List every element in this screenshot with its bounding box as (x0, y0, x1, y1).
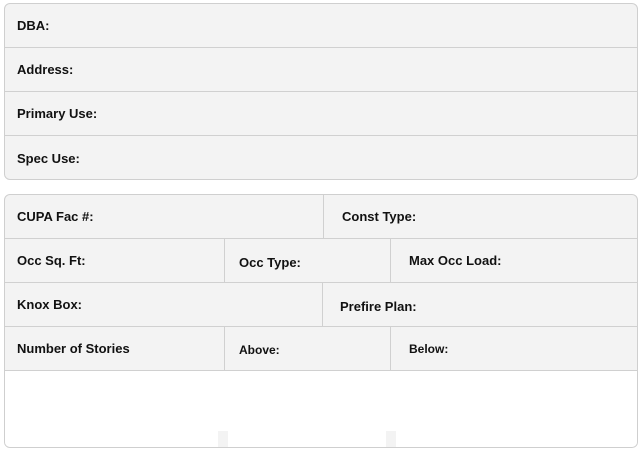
number-of-stories-field[interactable]: Number of Stories (5, 327, 224, 370)
knox-box-field[interactable]: Knox Box: (5, 283, 322, 326)
occ-type-field[interactable]: Occ Type: (224, 239, 390, 282)
spec-use-label: Spec Use: (17, 151, 80, 166)
knox-box-label: Knox Box: (17, 297, 82, 312)
address-row: Address: (5, 48, 637, 92)
property-info-card: DBA: Address: Primary Use: Spec Use: (4, 3, 638, 180)
number-of-stories-label: Number of Stories (17, 341, 130, 356)
occ-sq-ft-field[interactable]: Occ Sq. Ft: (5, 239, 224, 282)
dba-row: DBA: (5, 4, 637, 48)
dba-label: DBA: (17, 18, 50, 33)
below-label: Below: (409, 341, 449, 356)
spec-use-row: Spec Use: (5, 136, 637, 179)
dba-field[interactable]: DBA: (5, 4, 637, 47)
prefire-plan-field[interactable]: Prefire Plan: (322, 283, 637, 326)
cupa-fac-label: CUPA Fac #: (17, 209, 94, 224)
max-occ-load-label: Max Occ Load: (409, 253, 502, 268)
above-label: Above: (239, 342, 280, 357)
occ-type-label: Occ Type: (239, 255, 301, 270)
knox-row: Knox Box: Prefire Plan: (5, 283, 637, 327)
max-occ-load-field[interactable]: Max Occ Load: (390, 239, 637, 282)
cupa-row: CUPA Fac #: Const Type: (5, 195, 637, 239)
address-label: Address: (17, 62, 74, 77)
occupancy-row: Occ Sq. Ft: Occ Type: Max Occ Load: (5, 239, 637, 283)
column-separator (218, 431, 228, 447)
cupa-fac-field[interactable]: CUPA Fac #: (5, 195, 323, 238)
spec-use-field[interactable]: Spec Use: (5, 136, 637, 179)
primary-use-field[interactable]: Primary Use: (5, 92, 637, 135)
stories-value-area[interactable] (5, 371, 637, 447)
const-type-label: Const Type: (342, 209, 417, 224)
primary-use-row: Primary Use: (5, 92, 637, 136)
building-info-card: CUPA Fac #: Const Type: Occ Sq. Ft: Occ … (4, 194, 638, 448)
address-field[interactable]: Address: (5, 48, 637, 91)
const-type-field[interactable]: Const Type: (323, 195, 637, 238)
prefire-plan-label: Prefire Plan: (340, 299, 417, 314)
primary-use-label: Primary Use: (17, 106, 98, 121)
occ-sq-ft-label: Occ Sq. Ft: (17, 253, 86, 268)
above-field[interactable]: Above: (224, 327, 390, 370)
below-field[interactable]: Below: (390, 327, 637, 370)
stories-row: Number of Stories Above: Below: (5, 327, 637, 371)
column-separator (386, 431, 396, 447)
